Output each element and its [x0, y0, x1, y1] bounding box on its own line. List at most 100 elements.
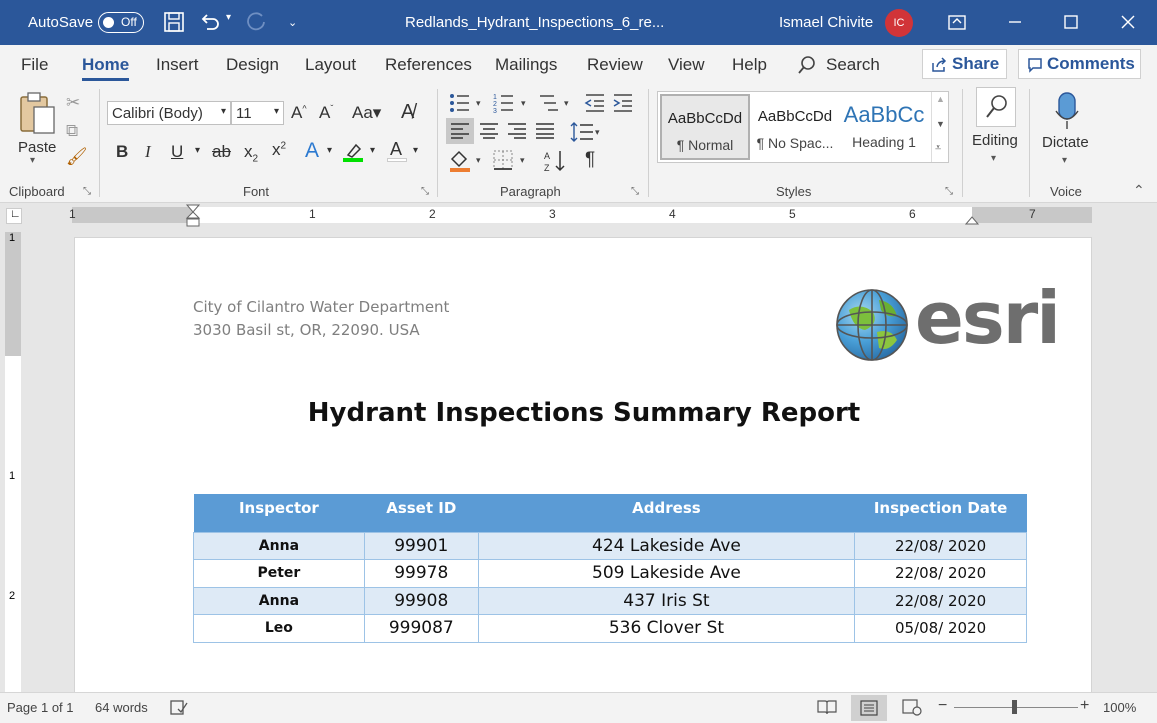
align-left-button[interactable]	[446, 118, 474, 144]
customize-toolbar-icon[interactable]: ⌄	[288, 16, 297, 29]
line-spacing-icon[interactable]: ▾	[569, 121, 603, 143]
zoom-level[interactable]: 100%	[1103, 700, 1136, 715]
justify-icon[interactable]	[535, 123, 555, 139]
styles-launcher-icon[interactable]: ⤡	[945, 186, 953, 197]
font-color-icon[interactable]: A	[386, 139, 408, 163]
date-cell[interactable]: 22/08/ 2020	[854, 531, 1027, 560]
save-icon[interactable]	[162, 10, 186, 34]
collapse-ribbon-icon[interactable]: ⌃	[1133, 182, 1145, 199]
strikethrough-icon[interactable]: ab	[212, 142, 231, 162]
search-icon[interactable]	[796, 54, 818, 76]
inspections-table[interactable]: Inspector Asset ID Address Inspection Da…	[193, 494, 1027, 643]
bold-icon[interactable]: B	[116, 142, 128, 162]
chevron-up-icon[interactable]: ▲	[936, 94, 945, 104]
web-layout-icon[interactable]	[902, 699, 922, 716]
undo-icon[interactable]	[198, 10, 222, 34]
paste-button[interactable]: Paste ▾	[14, 89, 60, 166]
close-icon[interactable]	[1116, 10, 1140, 34]
search-box[interactable]: Search	[826, 55, 880, 75]
font-color-dropdown-icon[interactable]: ▾	[413, 145, 418, 156]
minimize-icon[interactable]	[1003, 10, 1027, 34]
highlight-icon[interactable]	[342, 141, 366, 163]
shrink-font-icon[interactable]: Aˇ	[319, 103, 333, 123]
print-layout-button[interactable]	[851, 695, 887, 721]
chevron-down-icon[interactable]: ▼	[936, 119, 945, 129]
user-name[interactable]: Ismael Chivite	[779, 14, 873, 31]
tab-file[interactable]: File	[21, 55, 48, 75]
zoom-in-icon[interactable]: +	[1080, 697, 1089, 715]
editing-button[interactable]: Editing ▾	[970, 87, 1022, 169]
shading-icon[interactable]: ▾	[448, 149, 484, 173]
style-normal[interactable]: AaBbCcDd ¶ Normal	[660, 94, 750, 160]
multilevel-list-icon[interactable]: ▾	[536, 93, 572, 113]
tab-view[interactable]: View	[668, 55, 705, 75]
inspector-cell[interactable]: Peter	[193, 559, 365, 588]
cut-icon[interactable]: ✂	[66, 93, 80, 113]
tab-insert[interactable]: Insert	[156, 55, 199, 75]
highlight-dropdown-icon[interactable]: ▾	[370, 145, 375, 156]
font-launcher-icon[interactable]: ⤡	[421, 186, 429, 197]
font-family-select[interactable]: Calibri (Body) ▾	[107, 101, 231, 125]
asset-id-cell[interactable]: 99908	[363, 586, 479, 615]
tab-home[interactable]: Home	[82, 55, 129, 75]
document-page[interactable]: City of Cilantro Water Department 3030 B…	[74, 237, 1092, 697]
style-heading-1[interactable]: AaBbCc Heading 1	[840, 94, 928, 160]
align-center-icon[interactable]	[479, 123, 499, 139]
tab-layout[interactable]: Layout	[305, 55, 356, 75]
underline-icon[interactable]: U	[171, 142, 183, 162]
read-mode-icon[interactable]	[817, 699, 837, 716]
inspector-cell[interactable]: Leo	[193, 614, 365, 643]
clear-formatting-icon[interactable]: A̸	[401, 101, 414, 124]
bullets-icon[interactable]: ▾	[449, 93, 483, 113]
sort-icon[interactable]: AZ	[543, 149, 567, 173]
align-right-icon[interactable]	[507, 123, 527, 139]
subscript-icon[interactable]: x2	[244, 142, 258, 164]
change-case-icon[interactable]: Aa▾	[352, 103, 381, 123]
font-size-select[interactable]: 11 ▾	[231, 101, 284, 125]
right-indent-marker-icon[interactable]	[965, 213, 979, 225]
italic-icon[interactable]: I	[145, 142, 151, 162]
word-count[interactable]: 64 words	[95, 700, 148, 715]
inspector-cell[interactable]: Anna	[193, 586, 365, 615]
address-cell[interactable]: 536 Clover St	[477, 614, 856, 643]
tab-design[interactable]: Design	[226, 55, 279, 75]
asset-id-cell[interactable]: 99901	[363, 531, 479, 560]
underline-dropdown-icon[interactable]: ▾	[195, 145, 200, 156]
decrease-indent-icon[interactable]	[584, 93, 606, 113]
superscript-icon[interactable]: x2	[272, 140, 286, 160]
text-effects-icon[interactable]: A	[305, 139, 319, 163]
tab-review[interactable]: Review	[587, 55, 643, 75]
inspector-cell[interactable]: Anna	[193, 531, 365, 560]
tab-help[interactable]: Help	[732, 55, 767, 75]
more-styles-icon[interactable]: ⩡	[935, 142, 941, 155]
numbering-icon[interactable]: 123 ▾	[493, 93, 529, 113]
zoom-slider-thumb[interactable]	[1012, 700, 1017, 714]
horizontal-ruler[interactable]: 1 1 2 3 4 5 6 7	[69, 204, 1092, 227]
undo-dropdown-icon[interactable]: ▾	[226, 12, 231, 23]
comments-button[interactable]: Comments	[1018, 49, 1141, 79]
maximize-icon[interactable]	[1059, 10, 1083, 34]
address-cell[interactable]: 424 Lakeside Ave	[477, 531, 856, 560]
increase-indent-icon[interactable]	[612, 93, 634, 113]
asset-id-cell[interactable]: 999087	[363, 614, 479, 643]
zoom-out-icon[interactable]: −	[938, 697, 947, 715]
grow-font-icon[interactable]: A^	[291, 103, 307, 123]
share-button[interactable]: Share	[922, 49, 1007, 79]
format-painter-icon[interactable]: 🖌	[66, 147, 88, 167]
copy-icon[interactable]: ⧉	[66, 121, 78, 141]
ribbon-display-icon[interactable]	[945, 10, 969, 34]
text-effects-dropdown-icon[interactable]: ▾	[327, 145, 332, 156]
asset-id-cell[interactable]: 99978	[363, 559, 479, 588]
styles-scroll[interactable]: ▲ ▼ ⩡	[931, 92, 949, 162]
tab-references[interactable]: References	[385, 55, 472, 75]
address-cell[interactable]: 437 Iris St	[477, 586, 856, 615]
tab-selector[interactable]: ∟	[6, 208, 22, 224]
autosave-toggle[interactable]: Off	[98, 12, 144, 33]
date-cell[interactable]: 22/08/ 2020	[854, 559, 1027, 588]
dictate-button[interactable]: Dictate ▾	[1040, 89, 1094, 171]
vertical-ruler[interactable]: 1 1 2	[5, 232, 21, 692]
address-cell[interactable]: 509 Lakeside Ave	[477, 559, 856, 588]
show-formatting-marks-icon[interactable]: ¶	[585, 149, 595, 171]
proofing-icon[interactable]	[170, 699, 188, 716]
borders-icon[interactable]: ▾	[492, 149, 530, 171]
